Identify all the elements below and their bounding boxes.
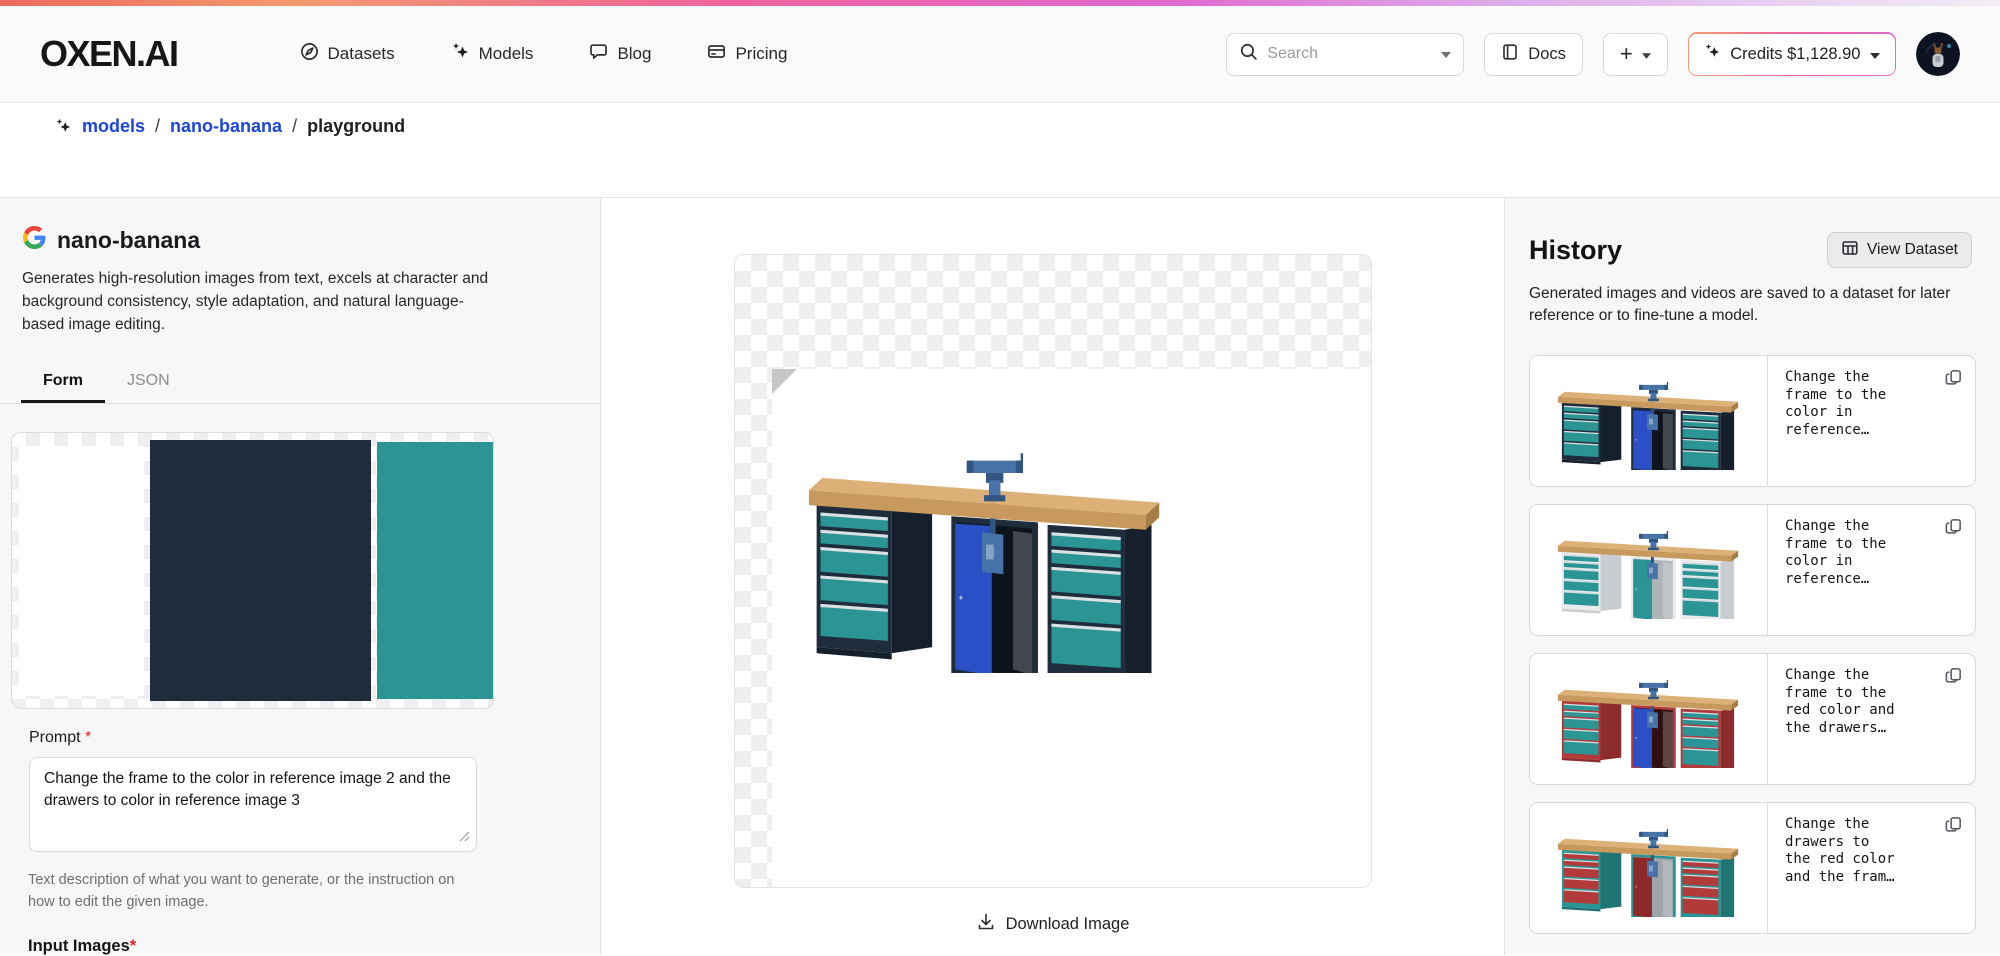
history-thumbnail (1530, 803, 1768, 933)
history-prompt: Change the frame to the color in referen… (1785, 369, 1887, 438)
nav-links: Datasets Models Blog Pricing (300, 42, 787, 66)
playground-viewer: Download Image (601, 198, 1504, 955)
history-item[interactable]: Change the drawers to the red color and … (1529, 802, 1976, 934)
navbar: OXEN.AI Datasets Models Blog Pricing Doc… (0, 6, 2000, 103)
compass-icon (300, 42, 319, 66)
model-title: nano-banana (57, 226, 201, 253)
history-item[interactable]: Change the frame to the red color and th… (1529, 653, 1976, 785)
breadcrumb-sparkle-icon (55, 116, 72, 140)
tab-json[interactable]: JSON (105, 358, 192, 403)
sparkle-icon (1704, 43, 1721, 65)
model-description: Generates high-resolution images from te… (22, 270, 489, 333)
copy-icon (1945, 519, 1961, 534)
nav-link-pricing[interactable]: Pricing (707, 42, 787, 66)
history-prompt: Change the frame to the color in referen… (1785, 518, 1887, 587)
view-dataset-label: View Dataset (1866, 241, 1958, 258)
breadcrumb-separator: / (292, 116, 298, 136)
tab-form[interactable]: Form (21, 358, 105, 403)
add-button[interactable]: + (1602, 32, 1668, 76)
copy-icon-button[interactable] (1942, 366, 1965, 392)
docs-button[interactable]: Docs (1484, 32, 1583, 76)
breadcrumb: models / nano-banana / playground (0, 103, 2000, 198)
search-icon (1239, 42, 1258, 66)
credit-card-icon (707, 42, 726, 66)
oxen-logo[interactable]: OXEN.AI (40, 33, 179, 75)
download-icon (976, 912, 996, 937)
generated-image-container (733, 254, 1372, 888)
input-images-label: Input Images* (28, 937, 137, 955)
credits-button[interactable]: Credits $1,128.90 (1687, 32, 1896, 76)
history-panel: History View Dataset Generated images an… (1504, 198, 2000, 955)
copy-icon-button[interactable] (1942, 664, 1965, 690)
chat-bubble-icon (589, 42, 608, 66)
prompt-textarea[interactable]: Change the frame to the color in referen… (29, 757, 477, 852)
nav-link-datasets[interactable]: Datasets (300, 42, 395, 66)
breadcrumb-current-playground: playground (307, 116, 406, 136)
required-asterisk: * (85, 729, 92, 746)
nav-link-blog[interactable]: Blog (589, 42, 651, 66)
nav-link-label: Blog (617, 44, 652, 63)
docs-label: Docs (1528, 44, 1566, 63)
input-images-preview (11, 432, 494, 709)
breadcrumb-link-nano-banana[interactable]: nano-banana (170, 116, 282, 137)
chevron-down-icon (1641, 45, 1651, 64)
plus-icon: + (1619, 41, 1633, 66)
book-icon (1501, 43, 1519, 66)
history-prompt: Change the frame to the red color and th… (1785, 667, 1895, 736)
download-image-button[interactable]: Download Image (601, 912, 1504, 937)
history-description: Generated images and videos are saved to… (1529, 285, 1951, 324)
nav-link-label: Models (478, 44, 534, 63)
search-box[interactable] (1226, 32, 1465, 76)
input-image-1[interactable] (19, 445, 144, 696)
input-image-2[interactable] (150, 440, 371, 701)
history-thumbnail (1530, 654, 1768, 784)
copy-icon-button[interactable] (1942, 813, 1965, 839)
copy-icon-button[interactable] (1942, 515, 1965, 541)
generated-image (807, 431, 1165, 673)
form-json-tabs: Form JSON (0, 358, 600, 404)
input-image-3[interactable] (377, 442, 493, 699)
breadcrumb-separator: / (155, 116, 161, 136)
history-item[interactable]: Change the frame to the color in referen… (1529, 504, 1976, 636)
prompt-label: Prompt * (29, 729, 92, 746)
required-asterisk: * (129, 937, 137, 955)
history-prompt: Change the drawers to the red color and … (1785, 816, 1895, 885)
resize-handle-icon[interactable] (459, 829, 470, 847)
nav-link-label: Datasets (327, 44, 395, 63)
history-item[interactable]: Change the frame to the color in referen… (1529, 355, 1976, 487)
user-avatar[interactable] (1916, 32, 1960, 76)
chevron-down-icon (1869, 45, 1880, 64)
history-title: History (1529, 234, 1623, 265)
download-label: Download Image (1005, 915, 1130, 933)
nav-link-models[interactable]: Models (451, 42, 534, 66)
model-form-panel: nano-banana Generates high-resolution im… (0, 198, 601, 955)
copy-icon (1945, 668, 1961, 683)
table-icon (1841, 239, 1859, 262)
copy-icon (1945, 370, 1961, 385)
prompt-help-text: Text description of what you want to gen… (28, 872, 455, 910)
history-list: Change the frame to the color in referen… (1529, 355, 1976, 934)
nav-link-label: Pricing (735, 44, 788, 63)
credits-label: Credits $1,128.90 (1730, 44, 1861, 63)
view-dataset-button[interactable]: View Dataset (1826, 232, 1972, 268)
navbar-right: Docs + Credits $1,128.90 (1226, 32, 1960, 76)
history-thumbnail (1530, 356, 1768, 486)
google-logo (23, 226, 46, 254)
search-input[interactable] (1267, 45, 1433, 63)
page-fold-corner (771, 369, 797, 394)
breadcrumb-link-models[interactable]: models (82, 116, 145, 137)
history-thumbnail (1530, 505, 1768, 635)
sparkles-icon (451, 42, 470, 66)
chevron-down-icon (1441, 45, 1452, 63)
copy-icon (1945, 817, 1961, 832)
